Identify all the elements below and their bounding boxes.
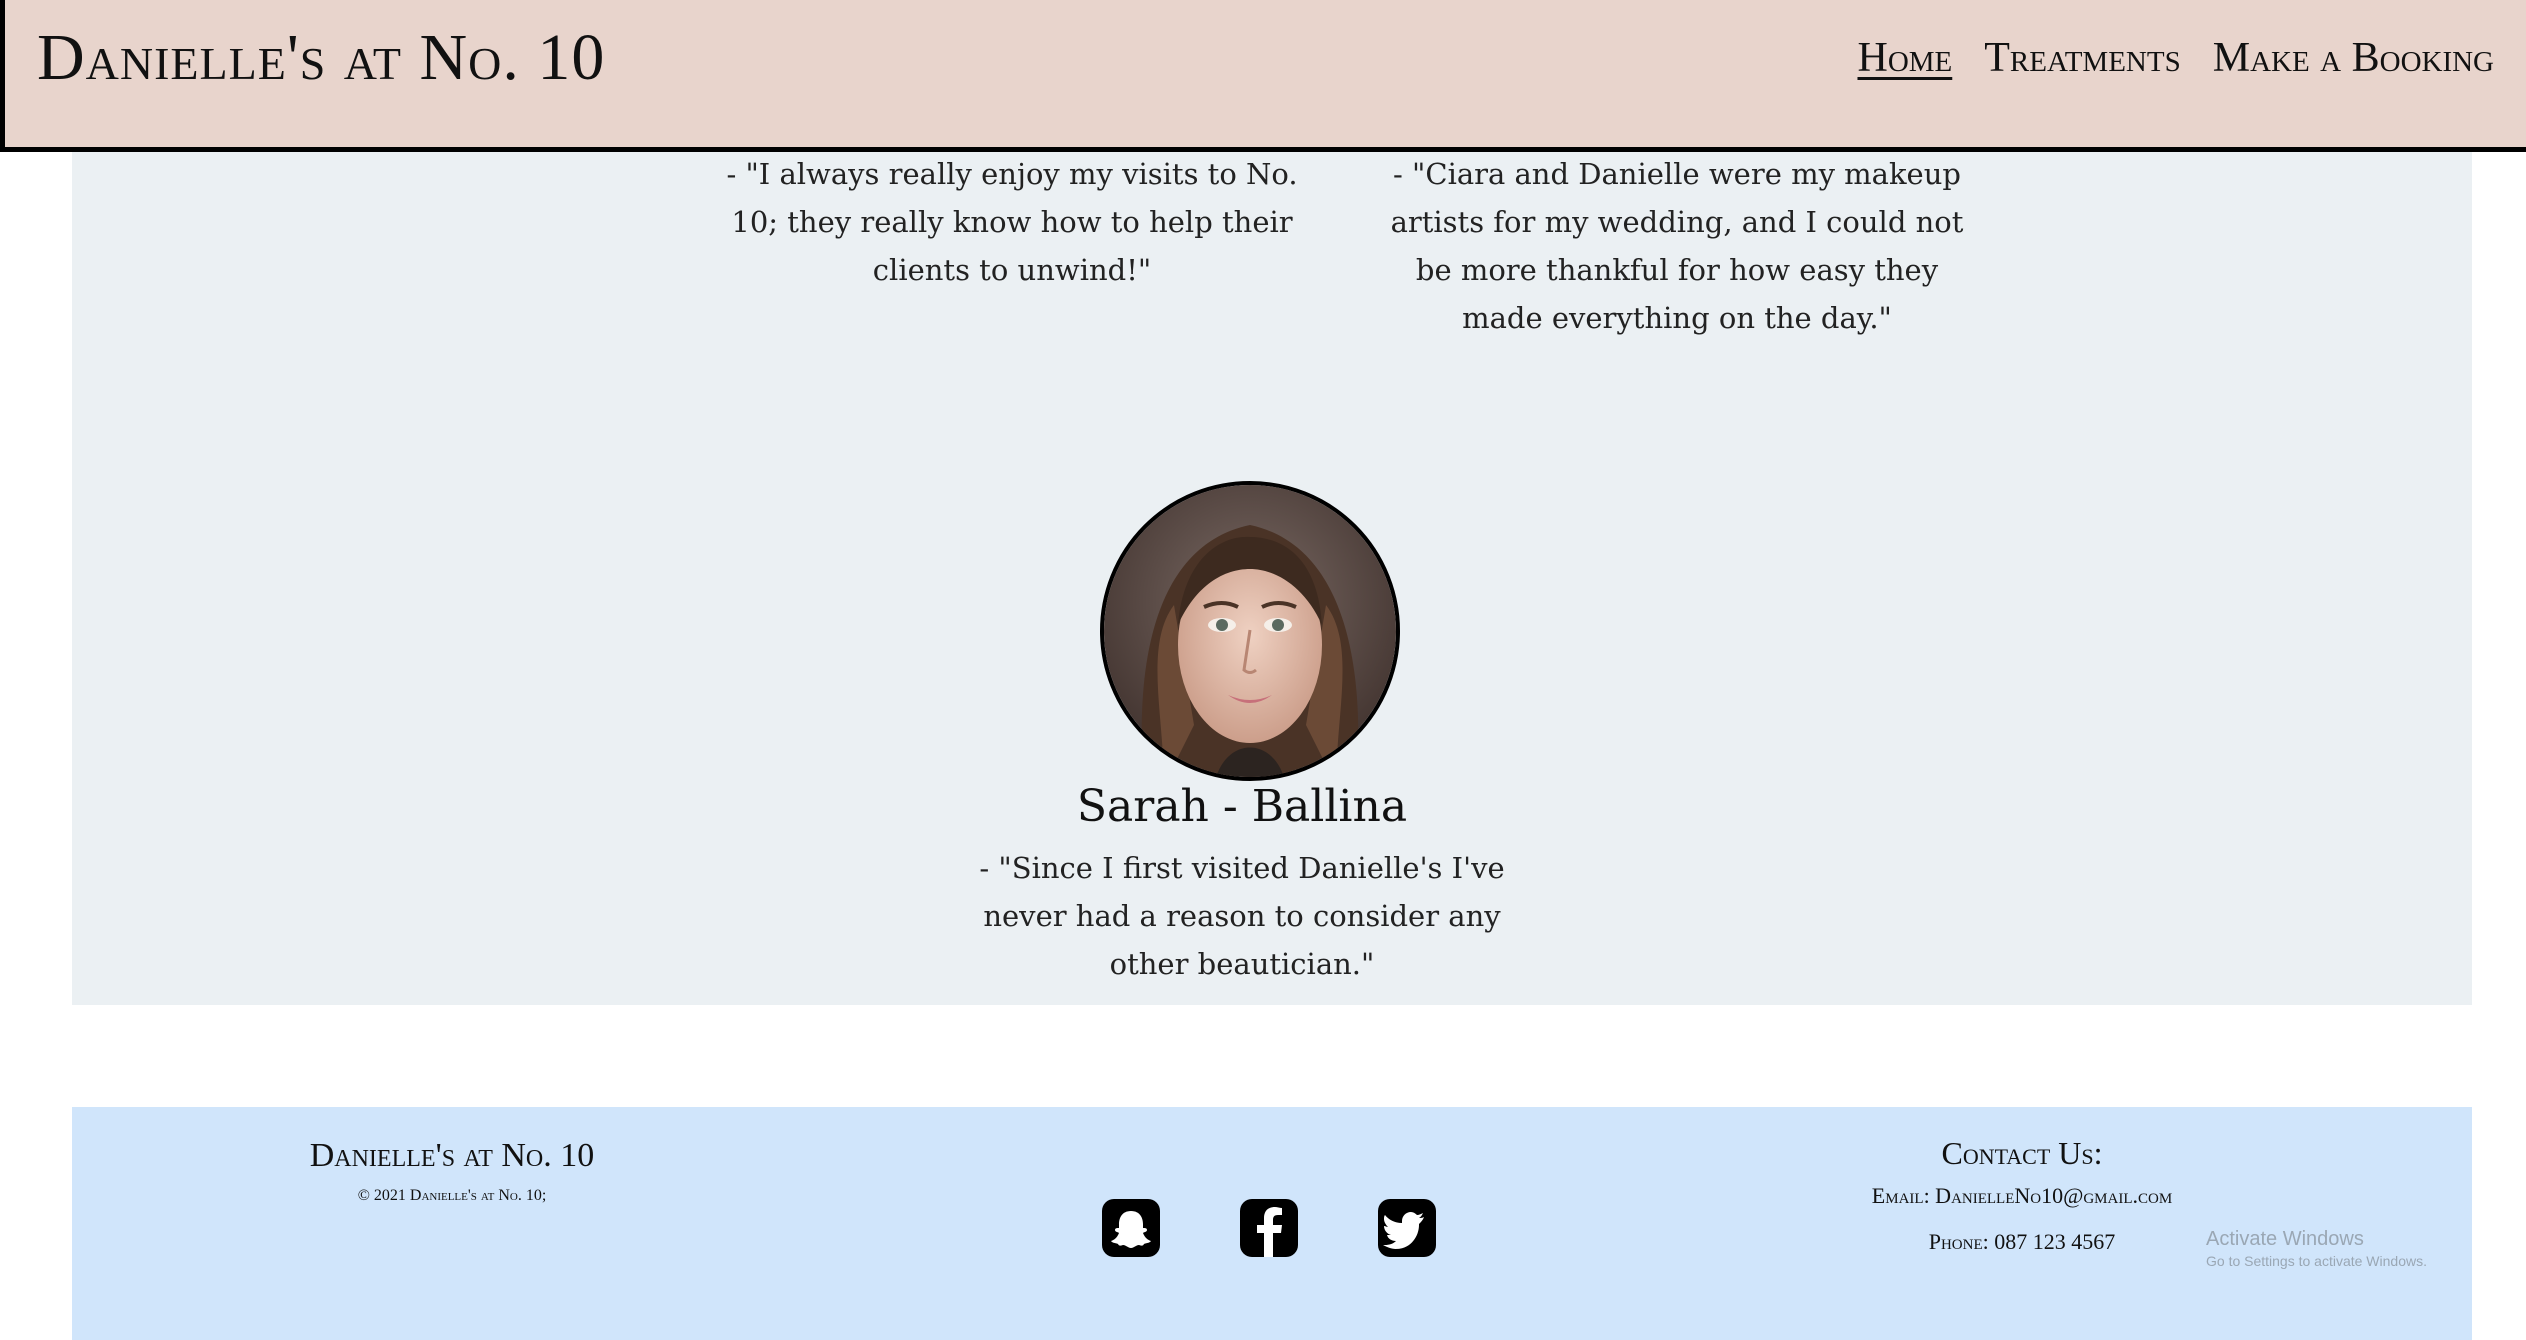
testimonial-name: Sarah - Ballina (1076, 781, 1408, 832)
snapchat-icon[interactable] (1102, 1199, 1160, 1257)
avatar (1100, 481, 1400, 781)
watermark-subtitle: Go to Settings to activate Windows. (2206, 1253, 2427, 1269)
site-footer: Danielle's at No. 10 © 2021 Danielle's a… (72, 1107, 2472, 1340)
contact-title: Contact Us: (1941, 1135, 2103, 1171)
nav-treatments-link[interactable]: Treatments (1984, 34, 2180, 82)
twitter-icon[interactable] (1378, 1199, 1436, 1257)
main-nav: Home Treatments Make a Booking (1857, 34, 2494, 82)
portrait-image (1104, 485, 1396, 777)
footer-brand: Danielle's at No. 10 (309, 1137, 595, 1174)
contact-email[interactable]: Email: DanielleNo10@gmail.com (1772, 1183, 2272, 1209)
testimonials-section: - "I always really enjoy my visits to No… (72, 152, 2472, 1005)
site-header: Danielle's at No. 10 Home Treatments Mak… (0, 0, 2526, 152)
footer-copyright: © 2021 Danielle's at No. 10; (357, 1187, 547, 1204)
testimonial-quote: - "Ciara and Danielle were my makeup art… (1390, 157, 1964, 335)
social-links (1102, 1199, 1436, 1257)
activation-watermark: Activate Windows Go to Settings to activ… (2206, 1228, 2427, 1269)
site-brand[interactable]: Danielle's at No. 10 (37, 20, 605, 96)
contact-phone: Phone: 087 123 4567 (1928, 1229, 2116, 1254)
testimonial-quote: - "Since I first visited Danielle's I've… (979, 851, 1505, 981)
testimonial-quote: - "I always really enjoy my visits to No… (726, 157, 1298, 287)
nav-home-link[interactable]: Home (1857, 34, 1952, 82)
facebook-icon[interactable] (1240, 1199, 1298, 1257)
nav-booking-link[interactable]: Make a Booking (2213, 34, 2494, 82)
watermark-title: Activate Windows (2206, 1228, 2364, 1250)
